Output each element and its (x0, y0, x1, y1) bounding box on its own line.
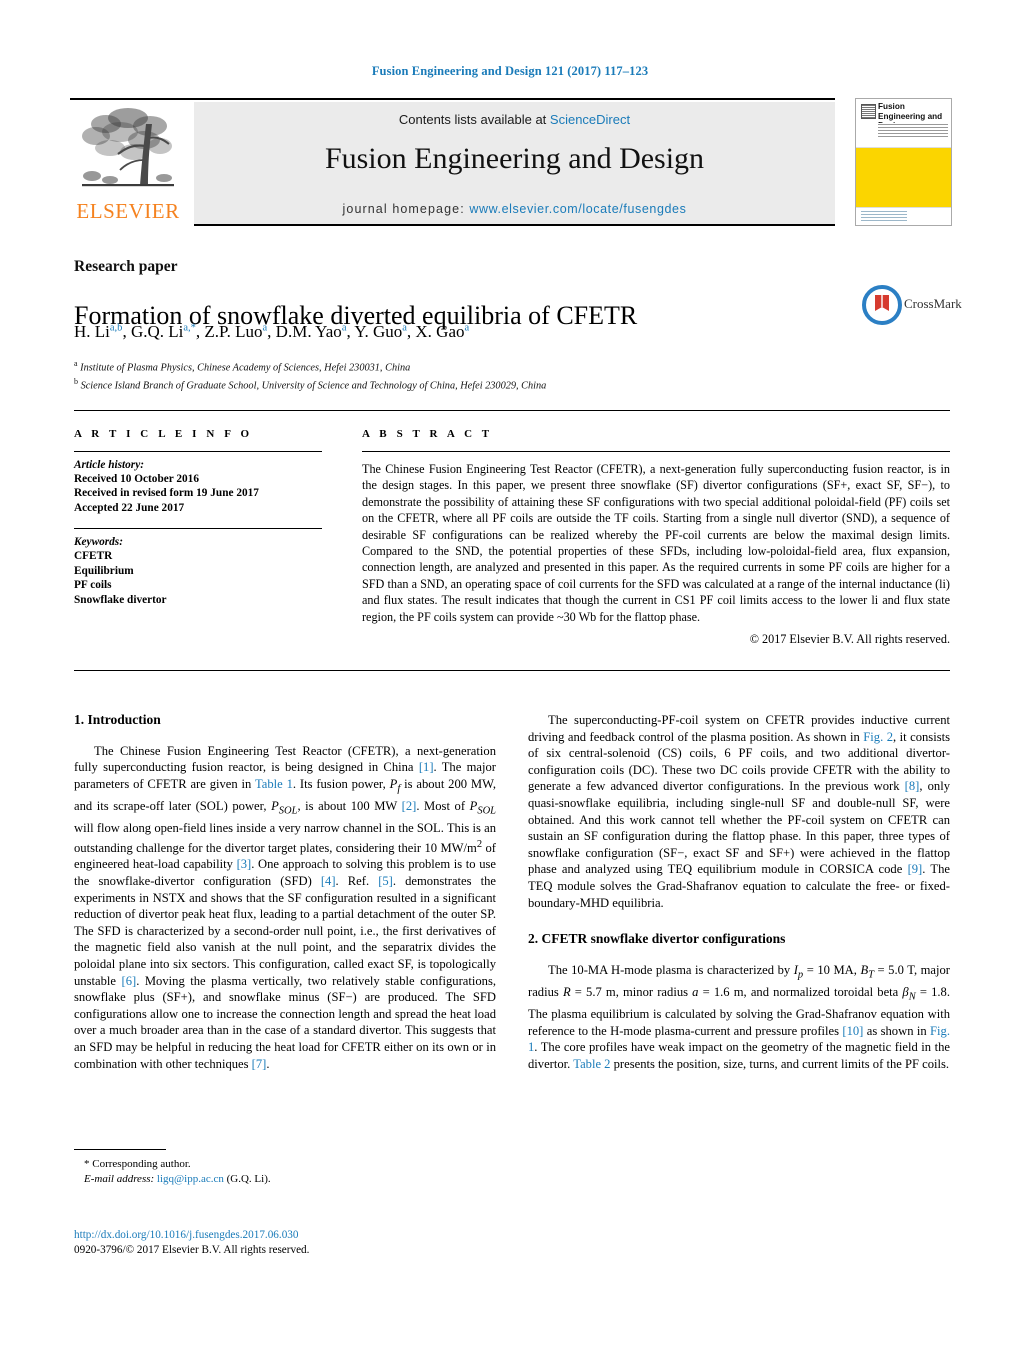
masthead-top-rule (70, 98, 835, 100)
article-type: Research paper (74, 258, 178, 275)
cover-color-block (856, 148, 951, 207)
info-top-divider (74, 410, 950, 411)
issn-copyright-line: 0920-3796/© 2017 Elsevier B.V. All right… (74, 1244, 310, 1256)
keyword-item: PF coils (74, 579, 112, 592)
abstract-copyright: © 2017 Elsevier B.V. All rights reserved… (749, 632, 950, 647)
article-info-heading: A R T I C L E I N F O (74, 428, 253, 440)
abstract-column: A B S T R A C T The Chinese Fusion Engin… (362, 428, 950, 647)
elsevier-tree-icon (82, 108, 174, 187)
footnote-block: * Corresponding author. E-mail address: … (74, 1149, 496, 1186)
affiliation-a-text: Institute of Plasma Physics, Chinese Aca… (80, 362, 411, 374)
abstract-text: The Chinese Fusion Engineering Test Reac… (362, 462, 950, 624)
email-label: E-mail address: (84, 1172, 155, 1185)
history-item: Received 10 October 2016 (74, 473, 199, 485)
affiliation-b: b Science Island Branch of Graduate Scho… (74, 376, 547, 392)
article-info-column: A R T I C L E I N F O Article history: R… (74, 428, 322, 608)
keyword-item: Snowflake divertor (74, 594, 167, 606)
sciencedirect-link[interactable]: ScienceDirect (550, 112, 630, 127)
article-history-heading: Article history: (74, 459, 144, 471)
paragraph-intro: The Chinese Fusion Engineering Test Reac… (74, 743, 497, 1071)
info-bottom-divider (74, 670, 950, 671)
doi-link[interactable]: http://dx.doi.org/10.1016/j.fusengdes.20… (74, 1228, 514, 1243)
running-head: Fusion Engineering and Design 121 (2017)… (371, 64, 649, 78)
author-list: H. Lia,b, G.Q. Lia,*, Z.P. Luoa, D.M. Ya… (74, 322, 470, 341)
cover-footer-mark-icon (861, 211, 907, 221)
section-heading-configurations: 2. CFETR snowflake divertor configuratio… (528, 931, 786, 947)
body-column-right: The superconducting-PF-coil system on CF… (528, 712, 950, 1072)
body-column-left: 1. Introduction The Chinese Fusion Engin… (74, 712, 496, 1072)
email-note: E-mail address: ligq@ipp.ac.cn (G.Q. Li)… (74, 1172, 496, 1187)
crossmark-label: CrossMark (904, 296, 962, 311)
corresponding-author-note: * Corresponding author. (84, 1158, 191, 1170)
journal-homepage-line: journal homepage: www.elsevier.com/locat… (194, 202, 835, 216)
cover-mini-logo-icon (861, 104, 876, 119)
contents-available-line: Contents lists available at ScienceDirec… (194, 112, 835, 127)
paragraph-pf-coil-system: The superconducting-PF-coil system on CF… (528, 713, 950, 910)
history-item: Accepted 22 June 2017 (74, 501, 185, 514)
footnote-divider (74, 1149, 166, 1150)
keywords-heading: Keywords: (74, 536, 123, 549)
journal-homepage-link[interactable]: www.elsevier.com/locate/fusengdes (469, 202, 686, 216)
homepage-prefix: journal homepage: (342, 202, 470, 216)
keywords-divider (74, 528, 322, 530)
cover-footer (856, 207, 951, 225)
contents-prefix: Contents lists available at (398, 112, 550, 127)
journal-masthead: ELSEVIER Contents lists available at Sci… (70, 98, 952, 226)
article-info-divider (74, 451, 322, 452)
affiliation-list: a Institute of Plasma Physics, Chinese A… (74, 357, 834, 393)
section-heading-introduction: 1. Introduction (74, 712, 161, 727)
keyword-item: CFETR (74, 550, 113, 563)
email-suffix: (G.Q. Li). (226, 1172, 271, 1185)
paragraph-plasma-parameters: The 10-MA H-mode plasma is characterized… (528, 962, 951, 1071)
abstract-divider (362, 451, 950, 452)
journal-title: Fusion Engineering and Design (324, 142, 705, 175)
cover-subtitle-lines (878, 123, 948, 137)
crossmark-badge[interactable]: CrossMark (862, 285, 962, 325)
doi-block: http://dx.doi.org/10.1016/j.fusengdes.20… (74, 1228, 514, 1258)
elsevier-logo: ELSEVIER (72, 104, 184, 224)
paper-page: Fusion Engineering and Design 121 (2017)… (0, 0, 1020, 1351)
journal-cover-thumbnail: Fusion Engineering and Design (855, 98, 952, 226)
elsevier-wordmark: ELSEVIER (76, 199, 180, 223)
abstract-heading: A B S T R A C T (362, 428, 493, 440)
contents-banner: Contents lists available at ScienceDirec… (194, 102, 835, 226)
cover-header: Fusion Engineering and Design (856, 99, 951, 148)
affiliation-b-text: Science Island Branch of Graduate School… (80, 380, 547, 392)
email-link[interactable]: ligq@ipp.ac.cn (157, 1173, 224, 1185)
keyword-item: Equilibrium (74, 564, 134, 577)
crossmark-icon (862, 285, 902, 325)
history-item: Received in revised form 19 June 2017 (74, 487, 259, 500)
affiliation-a: a Institute of Plasma Physics, Chinese A… (74, 359, 411, 374)
